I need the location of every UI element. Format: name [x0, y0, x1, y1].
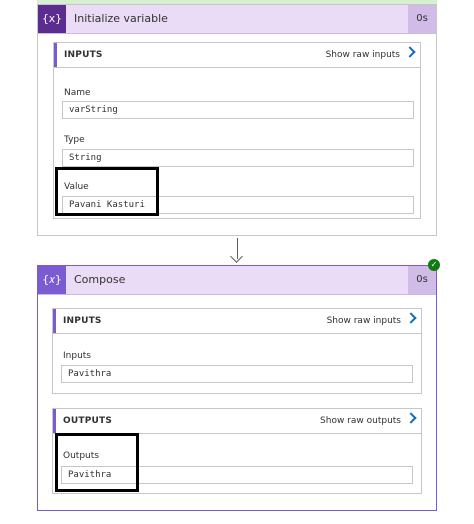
compose-inputs-section: INPUTS Show raw inputs Inputs Pavithra [52, 308, 422, 394]
link-label: Show raw inputs [326, 316, 401, 326]
outputs-section-header: OUTPUTS Show raw outputs [53, 409, 421, 434]
inputs-section: INPUTS Show raw inputs Name varString Ty… [53, 42, 421, 219]
inputs-section-header: INPUTS Show raw inputs [54, 43, 420, 68]
chevron-right-icon [404, 46, 416, 58]
compose-header[interactable]: {𝑥} Compose 0s [38, 266, 436, 295]
initialize-variable-card[interactable]: {x} Initialize variable 0s INPUTS Show r… [37, 4, 437, 236]
show-raw-inputs-link[interactable]: Show raw inputs [326, 309, 417, 333]
chevron-right-icon [405, 312, 417, 324]
inputs-label: Inputs [63, 351, 91, 361]
section-label: INPUTS [63, 316, 102, 326]
check-icon: ✓ [428, 259, 440, 271]
variable-icon: {x} [38, 5, 66, 33]
value-value[interactable]: Pavani Kasturi [62, 196, 414, 214]
card-title: Compose [74, 273, 126, 286]
outputs-label: Outputs [63, 451, 99, 461]
duration-badge: 0s [408, 5, 436, 33]
name-label: Name [64, 88, 91, 98]
compose-outputs-section: OUTPUTS Show raw outputs Outputs Pavithr… [52, 408, 422, 494]
link-label: Show raw inputs [325, 50, 400, 60]
outputs-value[interactable]: Pavithra [61, 466, 413, 484]
initialize-variable-header[interactable]: {x} Initialize variable 0s [38, 5, 436, 34]
compose-icon: {𝑥} [38, 266, 66, 294]
inputs-value[interactable]: Pavithra [61, 365, 413, 383]
chevron-right-icon [405, 412, 417, 424]
section-label: OUTPUTS [63, 416, 113, 426]
section-accent [53, 309, 56, 333]
type-label: Type [64, 135, 85, 145]
inputs-section-header: INPUTS Show raw inputs [53, 309, 421, 334]
card-title: Initialize variable [74, 12, 168, 25]
compose-card[interactable]: {𝑥} Compose 0s INPUTS Show raw inputs In… [37, 265, 437, 511]
show-raw-outputs-link[interactable]: Show raw outputs [320, 409, 417, 433]
arrow-down-icon [230, 250, 243, 263]
section-accent [54, 43, 57, 67]
value-label: Value [64, 182, 89, 192]
section-label: INPUTS [64, 50, 103, 60]
type-value[interactable]: String [62, 149, 414, 167]
name-value[interactable]: varString [62, 101, 414, 119]
section-accent [53, 409, 56, 433]
show-raw-inputs-link[interactable]: Show raw inputs [325, 43, 416, 67]
link-label: Show raw outputs [320, 416, 401, 426]
